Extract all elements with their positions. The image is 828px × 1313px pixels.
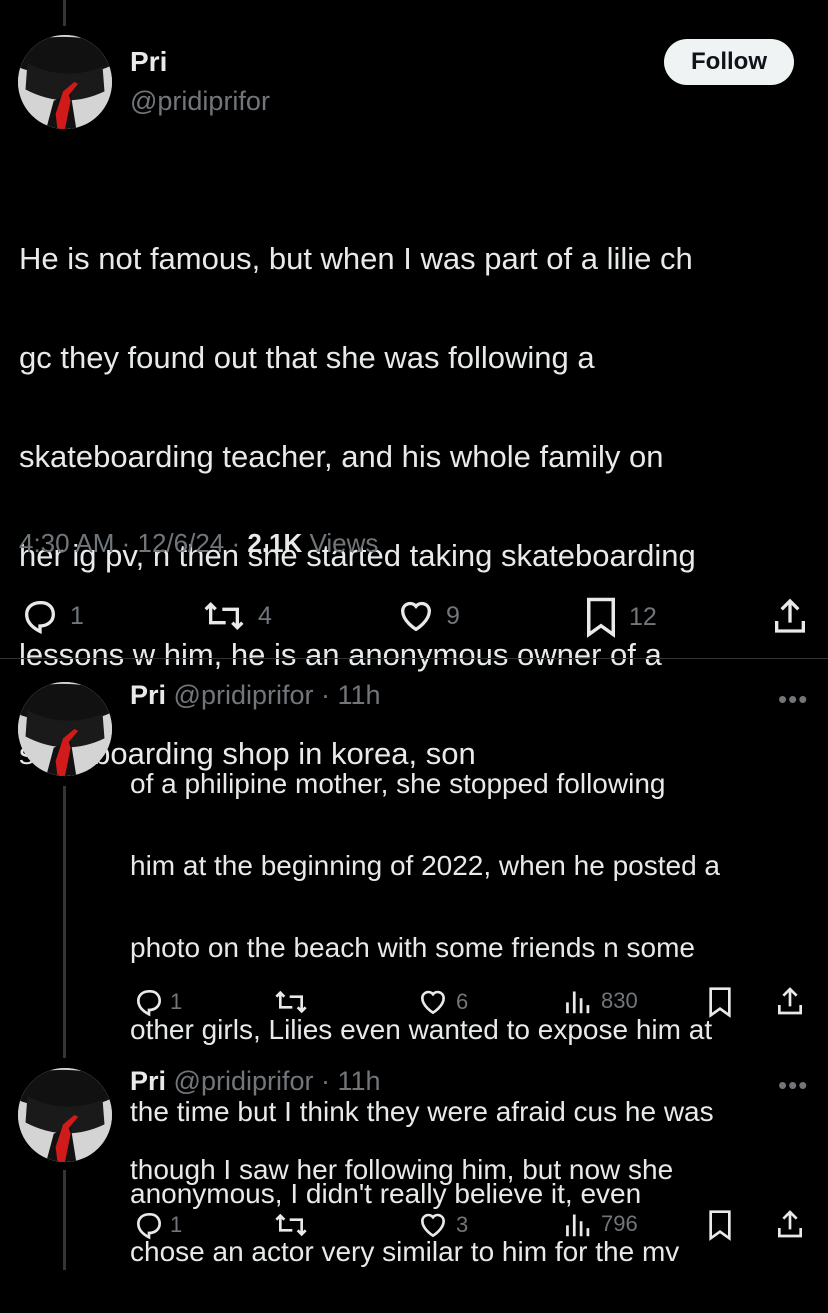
retweet-count: 4 — [258, 601, 272, 630]
like-count: 3 — [456, 1212, 469, 1237]
reply-count: 1 — [70, 601, 84, 630]
like-count: 9 — [446, 601, 460, 630]
reply-count: 1 — [170, 1212, 183, 1237]
reply-button[interactable]: 1 — [132, 986, 182, 1018]
tweet-text-line: lessons w him, he is an anonymous owner … — [19, 636, 662, 672]
like-count: 6 — [456, 989, 469, 1014]
avatar[interactable] — [18, 35, 112, 129]
bookmark-icon — [709, 1210, 731, 1241]
views-count: 796 — [601, 1211, 638, 1236]
reply-text-line: of a philipine mother, she stopped follo… — [130, 768, 666, 799]
retweet-button[interactable] — [272, 1209, 320, 1241]
reply-handle[interactable]: @pridiprifor — [174, 1066, 314, 1096]
author-handle[interactable]: @pridiprifor — [130, 86, 270, 117]
views-count: 830 — [601, 988, 638, 1013]
more-options-icon[interactable]: ••• — [778, 1070, 808, 1101]
tweet-meta: 4:30 AM · 12/6/24 · 2.1K Views — [19, 528, 379, 558]
reply-header: Pri @pridiprifor · 11h — [130, 1066, 381, 1096]
reply-handle[interactable]: @pridiprifor — [174, 680, 314, 710]
bookmark-icon — [587, 597, 615, 638]
reply-age[interactable]: 11h — [338, 1066, 381, 1096]
views-icon — [566, 991, 590, 1014]
reply-text-line: though I saw her following him, but now … — [130, 1154, 674, 1185]
heart-icon — [400, 601, 432, 632]
retweet-icon — [275, 990, 307, 1014]
bookmark-button[interactable] — [706, 986, 734, 1018]
follow-button[interactable]: Follow — [664, 39, 794, 85]
reply-text-line: photo on the beach with some friends n s… — [130, 932, 696, 963]
like-button[interactable]: 6 — [416, 986, 468, 1018]
views-icon — [566, 1214, 590, 1237]
retweet-icon — [204, 601, 244, 631]
views-button[interactable]: 830 — [563, 986, 638, 1016]
avatar[interactable] — [18, 1068, 112, 1162]
bookmark-icon — [709, 987, 731, 1018]
reply-author-name[interactable]: Pri — [130, 680, 166, 710]
share-icon — [778, 1210, 802, 1238]
reply-icon — [136, 1213, 162, 1240]
views-button[interactable]: 796 — [563, 1209, 638, 1239]
reply-button[interactable]: 1 — [20, 596, 84, 636]
thread-line-2 — [63, 1170, 66, 1270]
avatar[interactable] — [18, 682, 112, 776]
divider — [0, 658, 828, 659]
share-button[interactable] — [770, 596, 810, 636]
heart-icon — [420, 1213, 446, 1238]
bookmark-button[interactable]: 12 — [583, 596, 657, 638]
bookmark-count: 12 — [629, 602, 657, 631]
more-options-icon[interactable]: ••• — [778, 684, 808, 715]
tweet-date[interactable]: 12/6/24 — [138, 528, 225, 558]
tweet-time[interactable]: 4:30 AM — [19, 528, 114, 558]
tweet-text-line: He is not famous, but when I was part of… — [19, 240, 693, 276]
share-icon — [778, 987, 802, 1015]
reply-text-line: him at the beginning of 2022, when he po… — [130, 850, 720, 881]
reply-age[interactable]: 11h — [338, 680, 381, 710]
reply-header: Pri @pridiprifor · 11h — [130, 680, 381, 710]
retweet-button[interactable] — [272, 986, 320, 1018]
bookmark-button[interactable] — [706, 1209, 734, 1241]
tweet-text-line: skateboarding teacher, and his whole fam… — [19, 438, 664, 474]
reply-icon — [136, 990, 162, 1017]
reply-button[interactable]: 1 — [132, 1209, 182, 1241]
reply-author-name[interactable]: Pri — [130, 1066, 166, 1096]
share-icon — [775, 598, 805, 633]
heart-icon — [420, 990, 446, 1015]
thread-line-top — [63, 0, 66, 26]
tweet-text-line: gc they found out that she was following… — [19, 339, 595, 375]
share-button[interactable] — [774, 984, 806, 1018]
author-name[interactable]: Pri — [130, 46, 167, 78]
reply-icon — [24, 601, 56, 635]
views-label: Views — [309, 528, 379, 558]
retweet-button[interactable]: 4 — [200, 596, 272, 636]
retweet-icon — [275, 1213, 307, 1237]
like-button[interactable]: 3 — [416, 1209, 468, 1241]
like-button[interactable]: 9 — [396, 596, 460, 636]
views-count: 2.1K — [247, 528, 303, 558]
reply-count: 1 — [170, 989, 183, 1014]
share-button[interactable] — [774, 1207, 806, 1241]
